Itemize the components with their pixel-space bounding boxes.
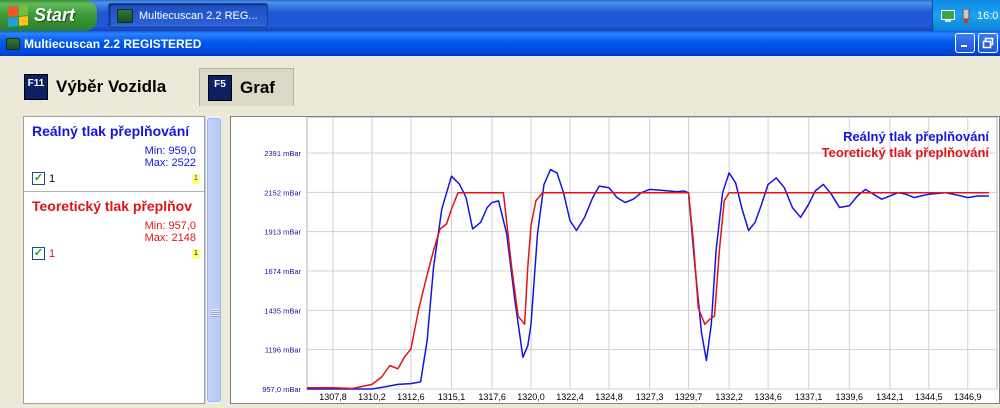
series-axis-label: 1 xyxy=(49,247,56,260)
y-tick-label: 1674 mBar xyxy=(264,267,301,276)
y-tick-label: 957,0 mBar xyxy=(262,385,301,394)
series-marker-tag: 1 xyxy=(192,173,200,184)
scrollbar-thumb[interactable] xyxy=(207,118,221,402)
minimize-icon xyxy=(961,45,967,47)
start-button[interactable]: Start xyxy=(0,0,97,31)
tab-label: Výběr Vozidla xyxy=(56,77,167,96)
series-name: Teoretický tlak přeplňov xyxy=(32,198,193,214)
series-visibility-row: ✓ 1 1 xyxy=(24,172,204,185)
x-tick-label: 1342,1 xyxy=(876,392,904,402)
series-entry-theoretical[interactable]: Teoretický tlak přeplňov Min: 957,0 Max:… xyxy=(24,192,204,260)
x-tick-label: 1339,6 xyxy=(835,392,863,402)
restore-button[interactable] xyxy=(978,33,998,53)
safely-remove-hardware-icon[interactable] xyxy=(961,8,971,23)
network-icon[interactable] xyxy=(941,9,955,22)
x-tick-label: 1344,5 xyxy=(915,392,943,402)
x-tick-label: 1334,6 xyxy=(754,392,782,402)
system-tray: 16:0 xyxy=(932,0,1000,31)
window-app-icon[interactable] xyxy=(6,37,20,50)
start-label: Start xyxy=(34,5,76,25)
clock: 16:0 xyxy=(977,9,999,22)
y-tick-label: 1196 mBar xyxy=(265,346,302,355)
series-visibility-row: ✓ 1 1 xyxy=(24,247,204,260)
y-tick-label: 1913 mBar xyxy=(264,228,301,237)
series-max: Max: 2148 xyxy=(144,232,196,244)
multiecuscan-app-icon xyxy=(117,8,133,23)
series-entry-real[interactable]: Reálný tlak přeplňování Min: 959,0 Max: … xyxy=(24,117,204,192)
tab-graph[interactable]: F5 Graf xyxy=(199,68,294,106)
window-title-bar: Multiecuscan 2.2 REGISTERED xyxy=(0,31,1000,56)
x-tick-label: 1337,1 xyxy=(795,392,823,402)
series-min: Min: 957,0 xyxy=(144,220,196,232)
series-marker-tag: 1 xyxy=(192,248,200,259)
series-axis-label: 1 xyxy=(49,172,56,185)
restore-icon xyxy=(982,37,994,49)
x-tick-label: 1315,1 xyxy=(438,392,466,402)
series-legend-panel: Reálný tlak přeplňování Min: 959,0 Max: … xyxy=(23,116,205,404)
taskbar-app-button[interactable]: Multiecuscan 2.2 REG... xyxy=(108,3,268,28)
taskbar: Start Multiecuscan 2.2 REG... 16:0 xyxy=(0,0,1000,31)
y-tick-label: 2152 mBar xyxy=(264,188,301,197)
x-tick-label: 1332,2 xyxy=(715,392,743,402)
window-title: Multiecuscan 2.2 REGISTERED xyxy=(24,36,202,51)
x-tick-label: 1320,0 xyxy=(517,392,545,402)
pressure-line-chart[interactable]: 2391 mBar 2152 mBar 1913 mBar 1674 mBar 1435… xyxy=(231,116,999,403)
chart-legend-entry: Reálný tlak přeplňování xyxy=(843,129,989,144)
x-tick-label: 1327,3 xyxy=(636,392,664,402)
y-tick-label: 1435 mBar xyxy=(264,306,301,315)
x-tick-label: 1346,9 xyxy=(954,392,982,402)
series-min: Min: 959,0 xyxy=(144,145,196,157)
y-tick-label: 2391 mBar xyxy=(264,149,301,158)
chart-legend-entry: Teoretický tlak přeplňování xyxy=(822,145,990,160)
series-stats: Min: 959,0 Max: 2522 xyxy=(24,145,204,169)
tab-shortcut-badge: F5 xyxy=(208,74,232,101)
x-tick-label: 1329,7 xyxy=(675,392,703,402)
windows-flag-icon xyxy=(8,4,28,27)
series-visibility-checkbox[interactable]: ✓ xyxy=(32,247,45,260)
minimize-button[interactable] xyxy=(955,33,975,53)
legend-scrollbar[interactable] xyxy=(205,116,221,404)
x-tick-label: 1307,8 xyxy=(319,392,347,402)
x-tick-label: 1312,6 xyxy=(397,392,425,402)
x-tick-label: 1324,8 xyxy=(595,392,623,402)
x-tick-label: 1322,4 xyxy=(556,392,584,402)
scrollbar-grip-icon xyxy=(211,309,219,317)
x-tick-label: 1310,2 xyxy=(358,392,386,402)
tab-label: Graf xyxy=(240,77,275,97)
series-max: Max: 2522 xyxy=(144,157,196,169)
tab-shortcut-badge: F11 xyxy=(24,74,48,100)
series-stats: Min: 957,0 Max: 2148 xyxy=(24,220,204,244)
series-visibility-checkbox[interactable]: ✓ xyxy=(32,172,45,185)
tab-strip: F11 Výběr Vozidla F5 Graf xyxy=(0,56,1000,116)
x-tick-label: 1317,6 xyxy=(478,392,506,402)
taskbar-app-label: Multiecuscan 2.2 REG... xyxy=(139,9,258,22)
chart-panel: 2391 mBar 2152 mBar 1913 mBar 1674 mBar 1435… xyxy=(230,116,1000,404)
tab-vehicle-selection[interactable]: F11 Výběr Vozidla xyxy=(16,68,192,106)
series-name: Reálný tlak přeplňování xyxy=(32,123,190,139)
